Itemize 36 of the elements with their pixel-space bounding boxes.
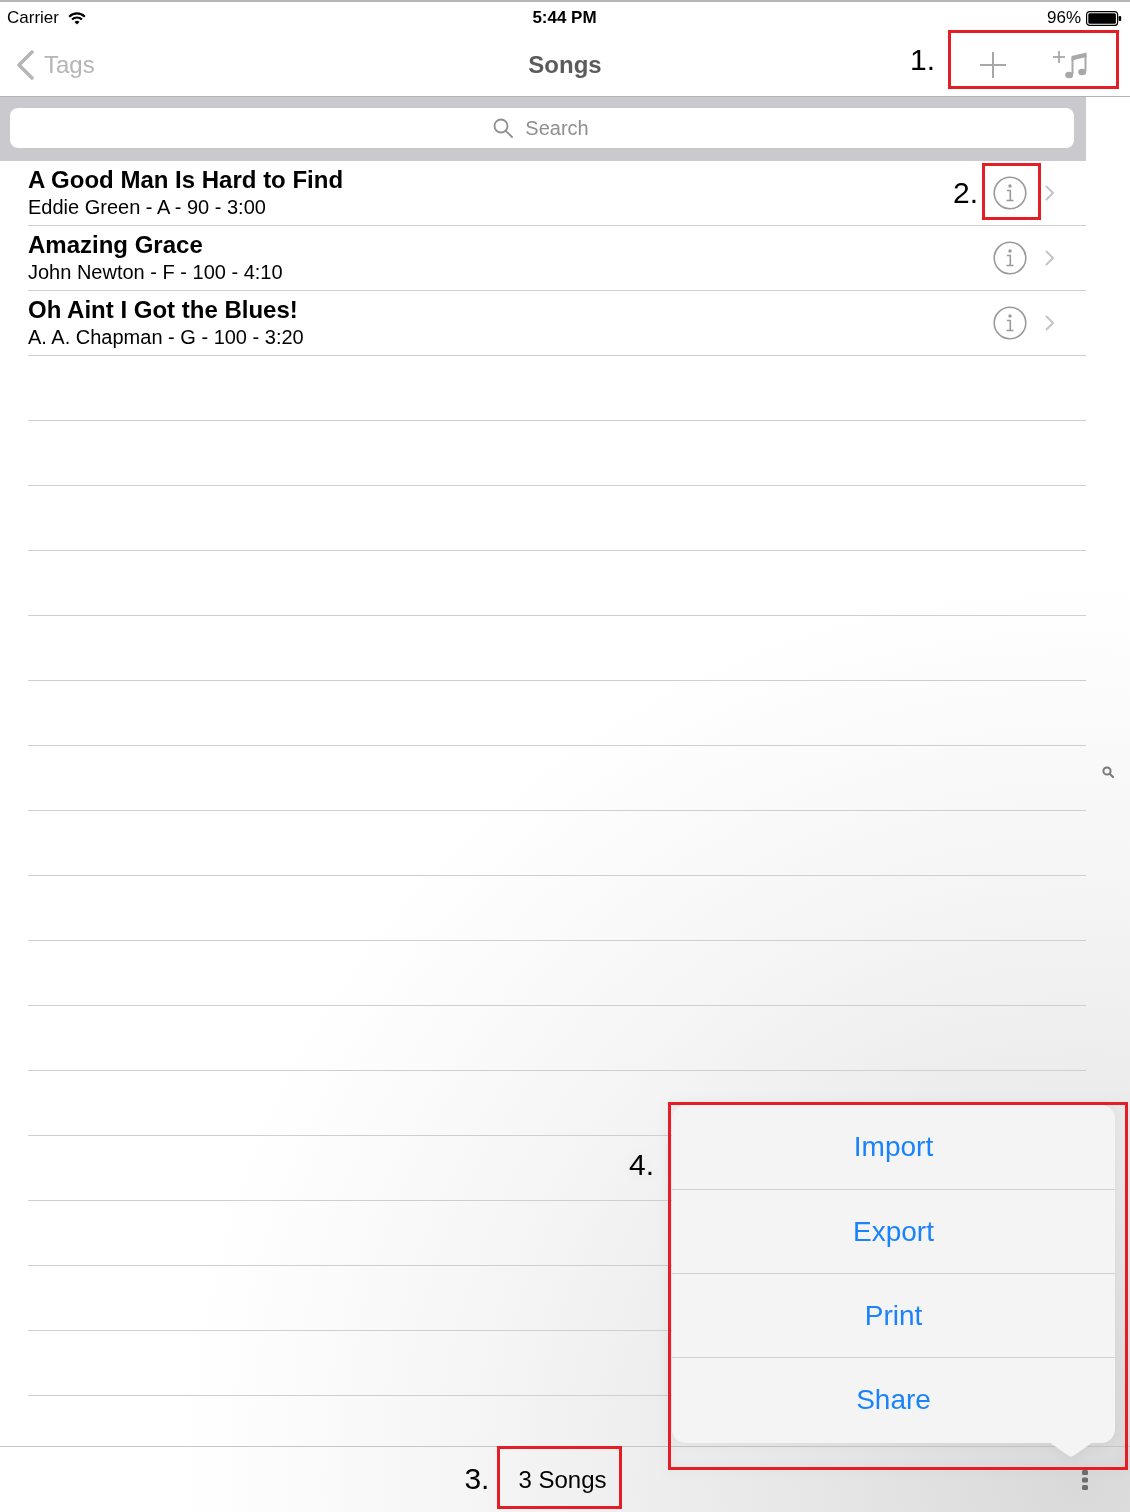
battery-percentage: 96% — [1046, 8, 1081, 28]
wifi-icon — [67, 11, 86, 25]
menu-item[interactable]: Export — [672, 1189, 1115, 1273]
search-icon — [493, 118, 513, 138]
callout-frame — [982, 163, 1041, 220]
more-icon — [1082, 1469, 1088, 1490]
search-icon[interactable] — [1102, 765, 1114, 778]
search-field[interactable]: Search — [10, 108, 1074, 148]
carrier-name: Carrier — [7, 8, 59, 28]
menu-item[interactable]: Share — [672, 1357, 1115, 1441]
song-title: Oh Aint I Got the Blues! — [28, 296, 298, 324]
song-details: John Newton - F - 100 - 4:10 — [28, 260, 283, 285]
chevron-right-icon — [1045, 250, 1055, 266]
callout-number: 3. — [464, 1461, 490, 1497]
status-time: 5:44 PM — [532, 8, 597, 28]
song-details: Eddie Green - A - 90 - 3:00 — [28, 195, 266, 220]
info-icon — [993, 306, 1027, 340]
nav-title: Songs — [528, 51, 602, 79]
song-title: A Good Man Is Hard to Find — [28, 166, 344, 194]
menu-item[interactable]: Import — [672, 1105, 1115, 1189]
battery-icon — [1086, 10, 1122, 26]
song-details: A. A. Chapman - G - 100 - 3:20 — [28, 325, 304, 350]
callout-number: 1. — [909, 42, 935, 78]
callout-number: 4. — [628, 1147, 654, 1183]
back-button[interactable]: Tags — [15, 50, 95, 80]
chevron-right-icon — [1045, 185, 1055, 201]
callout-number: 2. — [952, 175, 978, 211]
chevron-left-icon — [15, 50, 35, 80]
song-title: Amazing Grace — [28, 231, 203, 259]
music-note-plus-icon — [1052, 50, 1090, 80]
plus-icon — [979, 51, 1007, 79]
info-icon — [993, 176, 1027, 210]
chevron-right-icon — [1045, 315, 1055, 331]
menu-item[interactable]: Print — [672, 1273, 1115, 1357]
info-icon — [993, 241, 1027, 275]
song-count: 3 Songs — [518, 1465, 607, 1494]
